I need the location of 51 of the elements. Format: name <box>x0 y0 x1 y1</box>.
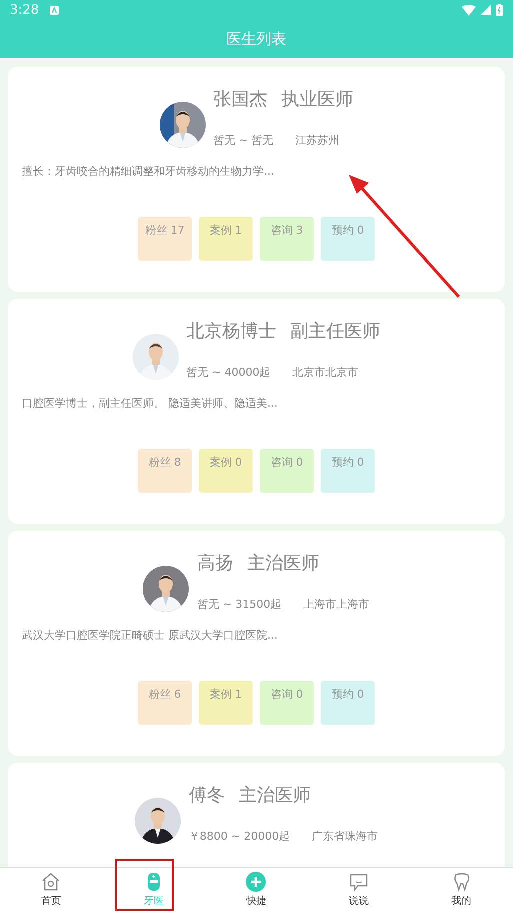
location: 广东省珠海市 <box>312 829 378 844</box>
stat-tile[interactable]: 案例 1 <box>199 681 253 725</box>
home-icon <box>41 872 62 892</box>
doctor-rank: 副主任医师 <box>290 320 380 343</box>
stat-tile[interactable]: 预约 0 <box>321 217 375 261</box>
stat-tile[interactable]: 案例 1 <box>199 217 253 261</box>
stat-tile[interactable]: 咨询 0 <box>260 449 314 493</box>
nav-tab[interactable]: 快捷 <box>205 868 308 912</box>
status-time: 3:28 <box>10 2 40 18</box>
wifi-icon <box>462 4 476 16</box>
doctor-rank: 主治医师 <box>238 784 311 807</box>
doctor-card[interactable]: 张国杰 执业医师 暂无 ~ 暂无 江苏苏州 擅长：牙齿咬合的精细调整和牙齿移动的生物力学... 粉丝 17 案例 1 咨询 3 预约 0 <box>8 67 505 292</box>
doctor-description: 武汉大学口腔医学院正畸硕士 原武汉大学口腔医院... <box>22 628 279 643</box>
stat-tile[interactable]: 粉丝 8 <box>138 449 192 493</box>
doctor-name: 高扬 <box>197 552 234 575</box>
location: 北京市北京市 <box>292 365 359 380</box>
doctor-rank: 执业医师 <box>282 88 354 111</box>
plus-icon <box>246 872 266 892</box>
price-range: 暂无 ~ 31500起 <box>197 597 282 612</box>
doctor-card[interactable]: 高扬 主治医师 暂无 ~ 31500起 上海市上海市 武汉大学口腔医学院正畸硕士 原武汉大学口腔医院... 粉丝 6 案例 1 咨询 0 预约 0 <box>8 531 505 756</box>
stat-tile[interactable]: 咨询 3 <box>260 217 314 261</box>
stat-tile[interactable]: 粉丝 6 <box>138 681 192 725</box>
doctor-rank: 主治医师 <box>247 552 320 575</box>
stat-tile[interactable]: 咨询 0 <box>260 681 314 725</box>
nav-tab[interactable]: 我的 <box>410 868 513 912</box>
nav-tab[interactable]: 牙医 <box>102 868 206 912</box>
price-range: 暂无 ~ 40000起 <box>186 365 271 380</box>
doctor-description: 擅长：牙齿咬合的精细调整和牙齿移动的生物力学... <box>22 164 276 179</box>
tooth-icon <box>452 872 472 892</box>
price-range: 暂无 ~ 暂无 <box>214 133 274 148</box>
stat-tile[interactable]: 预约 0 <box>321 449 375 493</box>
stat-tile[interactable]: 预约 0 <box>321 681 375 725</box>
highlight-frame <box>115 859 174 911</box>
doctor-card[interactable]: 北京杨博士 副主任医师 暂无 ~ 40000起 北京市北京市 口腔医学博士，副主任医师。 隐适美讲师、隐适美... 粉丝 8 案例 0 咨询 0 预约 0 <box>8 299 505 524</box>
page-title: 医生列表 <box>226 30 286 48</box>
stat-tile[interactable]: 粉丝 17 <box>138 217 192 261</box>
doctor-description: 口腔医学博士，副主任医师。 隐适美讲师、隐适美... <box>22 396 279 411</box>
doctor-card[interactable]: 傅冬 主治医师 ￥8800 ~ 20000起 广东省珠海市 <box>8 763 505 867</box>
location: 上海市上海市 <box>304 597 370 612</box>
location: 江苏苏州 <box>296 133 340 148</box>
notification-icon <box>50 6 60 14</box>
chat-icon <box>349 872 370 892</box>
stat-tile[interactable]: 案例 0 <box>199 449 253 493</box>
signal-icon <box>481 5 491 15</box>
price-range: ￥8800 ~ 20000起 <box>188 829 290 844</box>
battery-icon <box>496 4 503 16</box>
doctor-name: 傅冬 <box>188 784 225 807</box>
doctor-name: 张国杰 <box>214 88 268 111</box>
nav-tab[interactable]: 说说 <box>308 868 410 912</box>
nav-tab[interactable]: 首页 <box>0 868 103 912</box>
doctor-name: 北京杨博士 <box>186 320 276 343</box>
